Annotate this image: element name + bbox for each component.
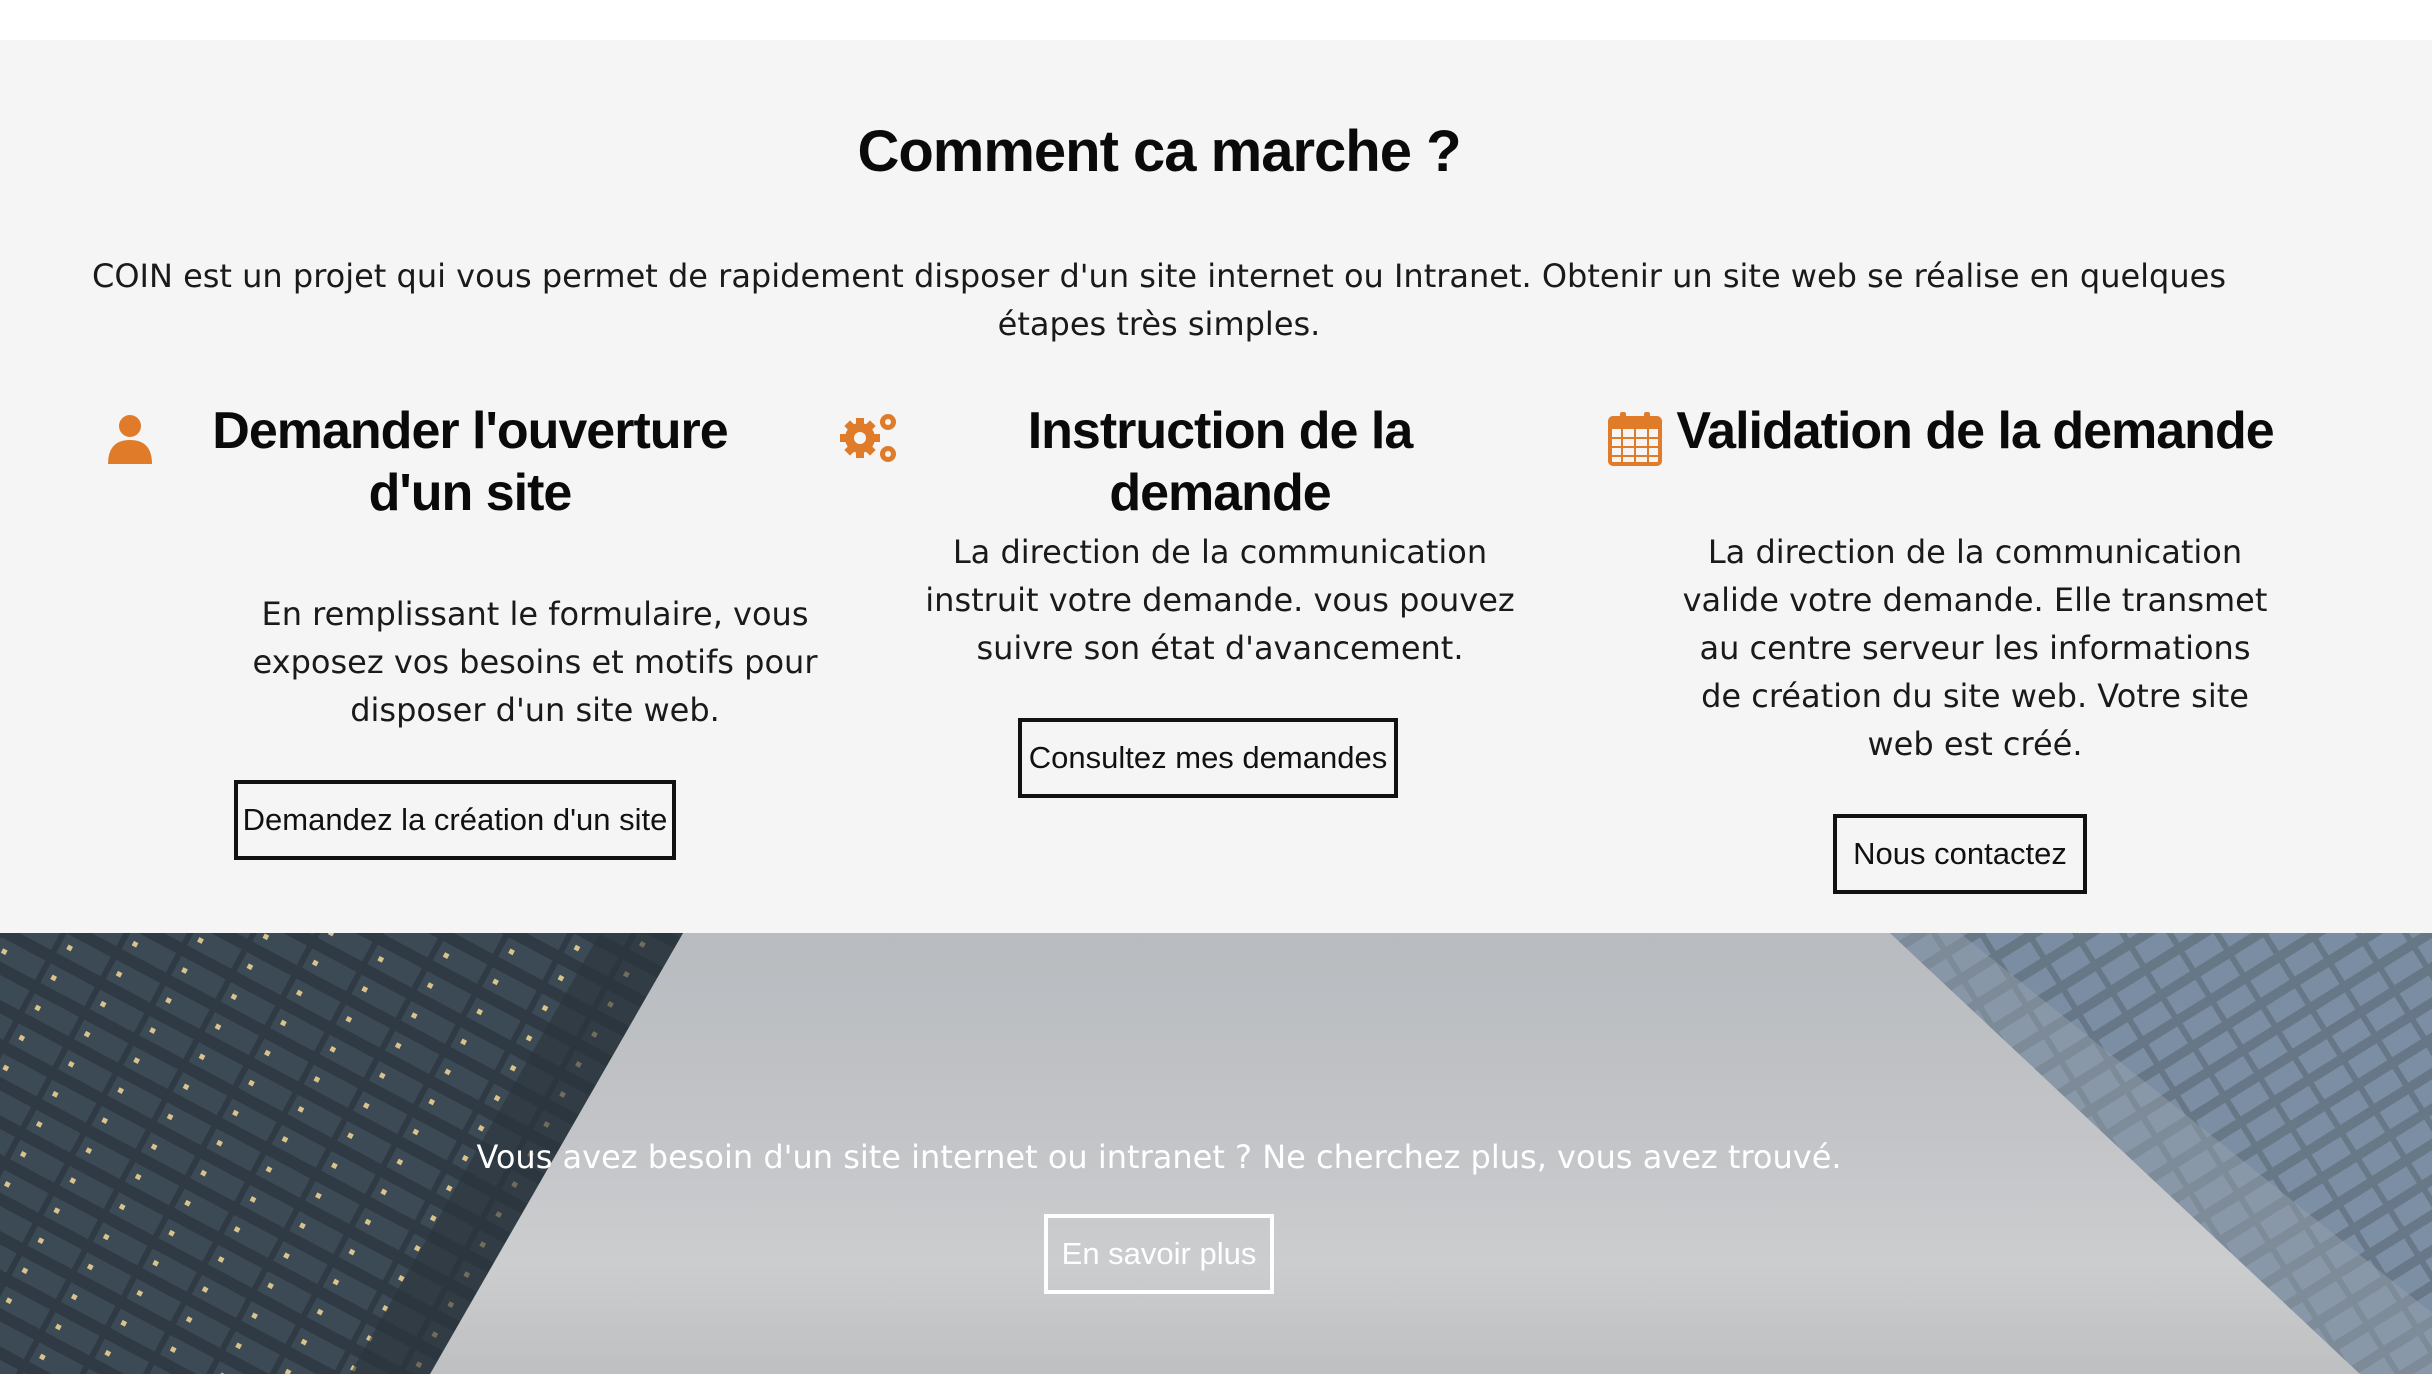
section-title: Comment ca marche ? <box>857 119 1461 184</box>
user-icon <box>108 415 152 464</box>
top-strip <box>0 0 2432 40</box>
hero-text: Vous avez besoin d'un site internet ou i… <box>476 1138 1842 1176</box>
hero-banner: Vous avez besoin d'un site internet ou i… <box>0 933 2432 1374</box>
step-description: La direction de la communication valide … <box>1682 533 2268 763</box>
step-description: En remplissant le formulaire, vous expos… <box>252 595 818 729</box>
step-request: Demander l'ouverture d'un site En rempli… <box>80 400 834 860</box>
how-it-works-section: Comment ca marche ? COIN est un projet q… <box>0 40 2432 933</box>
view-requests-button[interactable]: Consultez mes demandes <box>1018 718 1398 798</box>
step-instruction: Instruction de la demande La direction d… <box>830 400 1584 798</box>
gears-icon <box>840 414 896 462</box>
step-description: La direction de la communication instrui… <box>925 533 1515 667</box>
calendar-icon <box>1608 412 1662 466</box>
step-title: Validation de la demande <box>1676 402 2274 460</box>
section-intro: COIN est un projet qui vous permet de ra… <box>91 257 2226 343</box>
contact-button[interactable]: Nous contactez <box>1833 814 2087 894</box>
learn-more-button[interactable]: En savoir plus <box>1044 1214 1274 1294</box>
step-title: Demander l'ouverture d'un site <box>212 402 728 522</box>
step-title: Instruction de la demande <box>1027 402 1414 522</box>
step-validation: Validation de la demande La direction de… <box>1585 400 2339 894</box>
request-site-button[interactable]: Demandez la création d'un site <box>234 780 676 860</box>
